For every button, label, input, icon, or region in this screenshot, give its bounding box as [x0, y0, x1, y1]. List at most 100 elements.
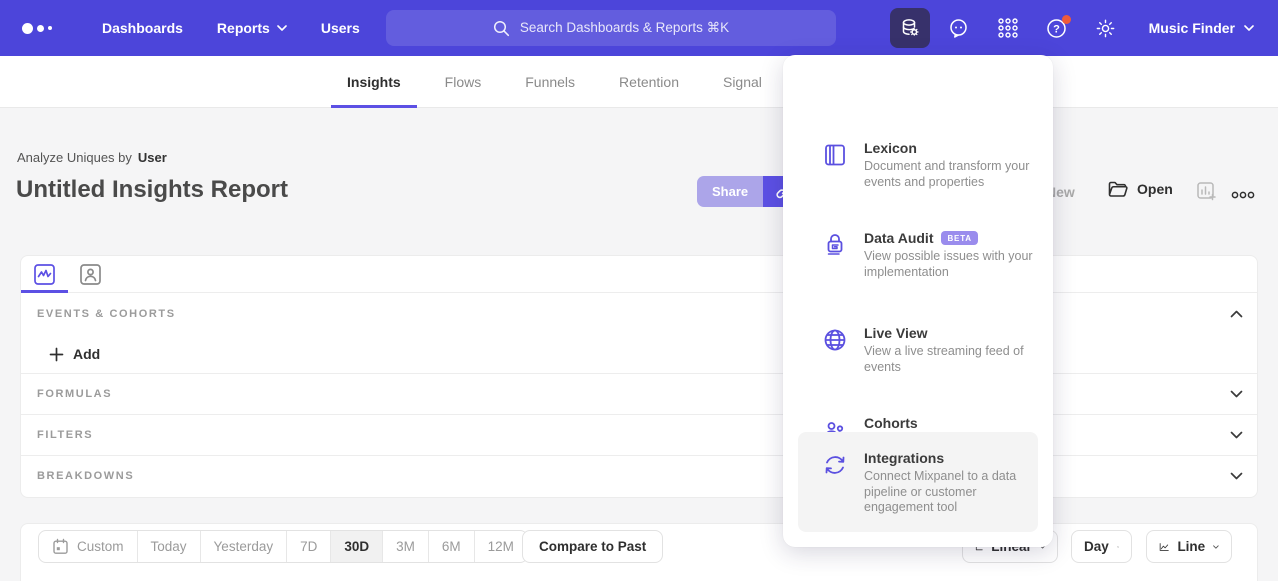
section-events-cohorts[interactable]: EVENTS & COHORTS: [21, 293, 1257, 335]
interval-label: Day: [1084, 539, 1109, 554]
nav-users-label: Users: [321, 20, 360, 36]
integrations-title: Integrations: [864, 450, 944, 466]
range-custom[interactable]: Custom: [39, 531, 137, 562]
data-management-icon[interactable]: [890, 8, 930, 48]
share-button[interactable]: Share: [697, 176, 763, 207]
live-view-desc: View a live streaming feed of events: [864, 344, 1040, 375]
date-range-group: Custom Today Yesterday 7D 30D 3M 6M 12M: [38, 530, 528, 563]
range-today-label: Today: [151, 539, 187, 554]
chart-type-label: Line: [1177, 539, 1205, 554]
open-label: Open: [1137, 181, 1173, 197]
section-events-cohorts-label: EVENTS & COHORTS: [37, 308, 176, 320]
search-icon: [493, 20, 510, 37]
notification-dot: [1062, 15, 1071, 24]
beta-badge: BETA: [941, 231, 977, 245]
more-options-button[interactable]: [1231, 186, 1255, 204]
help-icon[interactable]: ?: [1037, 8, 1077, 48]
users-view-tab[interactable]: [77, 261, 103, 287]
range-today[interactable]: Today: [137, 531, 200, 562]
svg-text:?: ?: [1053, 23, 1060, 35]
nav-reports-label: Reports: [217, 20, 270, 36]
ellipsis-icon: [1231, 191, 1255, 199]
events-view-tab[interactable]: [31, 261, 57, 287]
chevron-up-icon[interactable]: [1230, 310, 1243, 318]
chevron-down-icon[interactable]: [1230, 472, 1243, 480]
tab-flows-label: Flows: [445, 74, 482, 90]
interval-select[interactable]: Day: [1071, 530, 1132, 563]
folder-icon: [1108, 180, 1128, 198]
tab-signal[interactable]: Signal: [701, 56, 784, 108]
menu-item-text: Integrations Connect Mixpanel to a data …: [864, 450, 1040, 516]
open-report-button[interactable]: Open: [1108, 180, 1173, 198]
data-audit-desc: View possible issues with your implement…: [864, 249, 1040, 280]
calendar-icon: [52, 538, 69, 555]
settings-gear-icon[interactable]: [1086, 8, 1126, 48]
compare-label: Compare to Past: [539, 539, 646, 554]
project-name: Music Finder: [1149, 20, 1235, 36]
share-label: Share: [712, 184, 748, 199]
menu-item-text: Lexicon Document and transform your even…: [864, 140, 1040, 190]
chevron-down-icon[interactable]: [1230, 431, 1243, 439]
page-title[interactable]: Untitled Insights Report: [16, 176, 288, 204]
nav-dashboards[interactable]: Dashboards: [102, 20, 183, 36]
lock-audit-icon: [822, 232, 848, 263]
section-breakdowns[interactable]: BREAKDOWNS: [21, 455, 1257, 496]
tab-retention-label: Retention: [619, 74, 679, 90]
range-yesterday[interactable]: Yesterday: [200, 531, 287, 562]
chart-type-select[interactable]: Line: [1146, 530, 1232, 563]
nav-users[interactable]: Users: [321, 20, 360, 36]
search-input[interactable]: Search Dashboards & Reports ⌘K: [386, 10, 836, 46]
subtitle-prefix: Analyze Uniques by: [17, 150, 132, 165]
nav-reports[interactable]: Reports: [217, 20, 287, 36]
range-30d[interactable]: 30D: [330, 531, 382, 562]
subtitle-entity[interactable]: User: [138, 150, 167, 165]
chevron-down-icon[interactable]: [1230, 390, 1243, 398]
chevron-down-icon: [1244, 25, 1254, 31]
menu-item-integrations[interactable]: Integrations Connect Mixpanel to a data …: [798, 432, 1038, 532]
mixpanel-logo[interactable]: [22, 23, 68, 34]
section-breakdowns-label: BREAKDOWNS: [37, 470, 134, 482]
cohorts-title: Cohorts: [864, 415, 918, 431]
add-to-dashboard-icon[interactable]: [1196, 181, 1217, 207]
apps-grid-icon[interactable]: [988, 8, 1028, 48]
tab-insights[interactable]: Insights: [325, 56, 423, 108]
person-icon: [79, 263, 102, 286]
tab-retention[interactable]: Retention: [597, 56, 701, 108]
lexicon-title: Lexicon: [864, 140, 917, 156]
section-formulas-label: FORMULAS: [37, 388, 112, 400]
range-6m[interactable]: 6M: [428, 531, 474, 562]
nav-right-cluster: ? Music Finder: [890, 0, 1278, 56]
range-7d-label: 7D: [300, 539, 317, 554]
add-event-button[interactable]: Add: [49, 346, 100, 362]
range-custom-label: Custom: [77, 539, 124, 554]
compare-to-past-button[interactable]: Compare to Past: [522, 530, 663, 563]
range-30d-label: 30D: [344, 539, 369, 554]
range-12m[interactable]: 12M: [474, 531, 527, 562]
range-12m-label: 12M: [488, 539, 514, 554]
feedback-icon[interactable]: [939, 8, 979, 48]
section-formulas[interactable]: FORMULAS: [21, 373, 1257, 414]
tab-signal-label: Signal: [723, 74, 762, 90]
tab-funnels[interactable]: Funnels: [503, 56, 597, 108]
menu-item-text: Data Audit BETA View possible issues wit…: [864, 230, 1040, 280]
lexicon-desc: Document and transform your events and p…: [864, 159, 1040, 190]
range-7d[interactable]: 7D: [286, 531, 330, 562]
section-filters[interactable]: FILTERS: [21, 414, 1257, 455]
insights-chart-icon: [33, 263, 56, 286]
range-3m-label: 3M: [396, 539, 415, 554]
data-management-dropdown: Lexicon Document and transform your even…: [783, 55, 1053, 547]
tab-funnels-label: Funnels: [525, 74, 575, 90]
chevron-down-icon: [277, 25, 287, 31]
search-placeholder: Search Dashboards & Reports ⌘K: [520, 20, 729, 36]
range-3m[interactable]: 3M: [382, 531, 428, 562]
add-event-row: Add: [21, 335, 1257, 373]
range-6m-label: 6M: [442, 539, 461, 554]
menu-item-text: Live View View a live streaming feed of …: [864, 325, 1040, 375]
query-view-tabs: [21, 256, 1257, 293]
project-switcher[interactable]: Music Finder: [1149, 20, 1254, 36]
add-label: Add: [73, 346, 100, 362]
data-audit-title: Data Audit: [864, 230, 933, 246]
range-yesterday-label: Yesterday: [214, 539, 274, 554]
nav-dashboards-label: Dashboards: [102, 20, 183, 36]
tab-flows[interactable]: Flows: [423, 56, 504, 108]
